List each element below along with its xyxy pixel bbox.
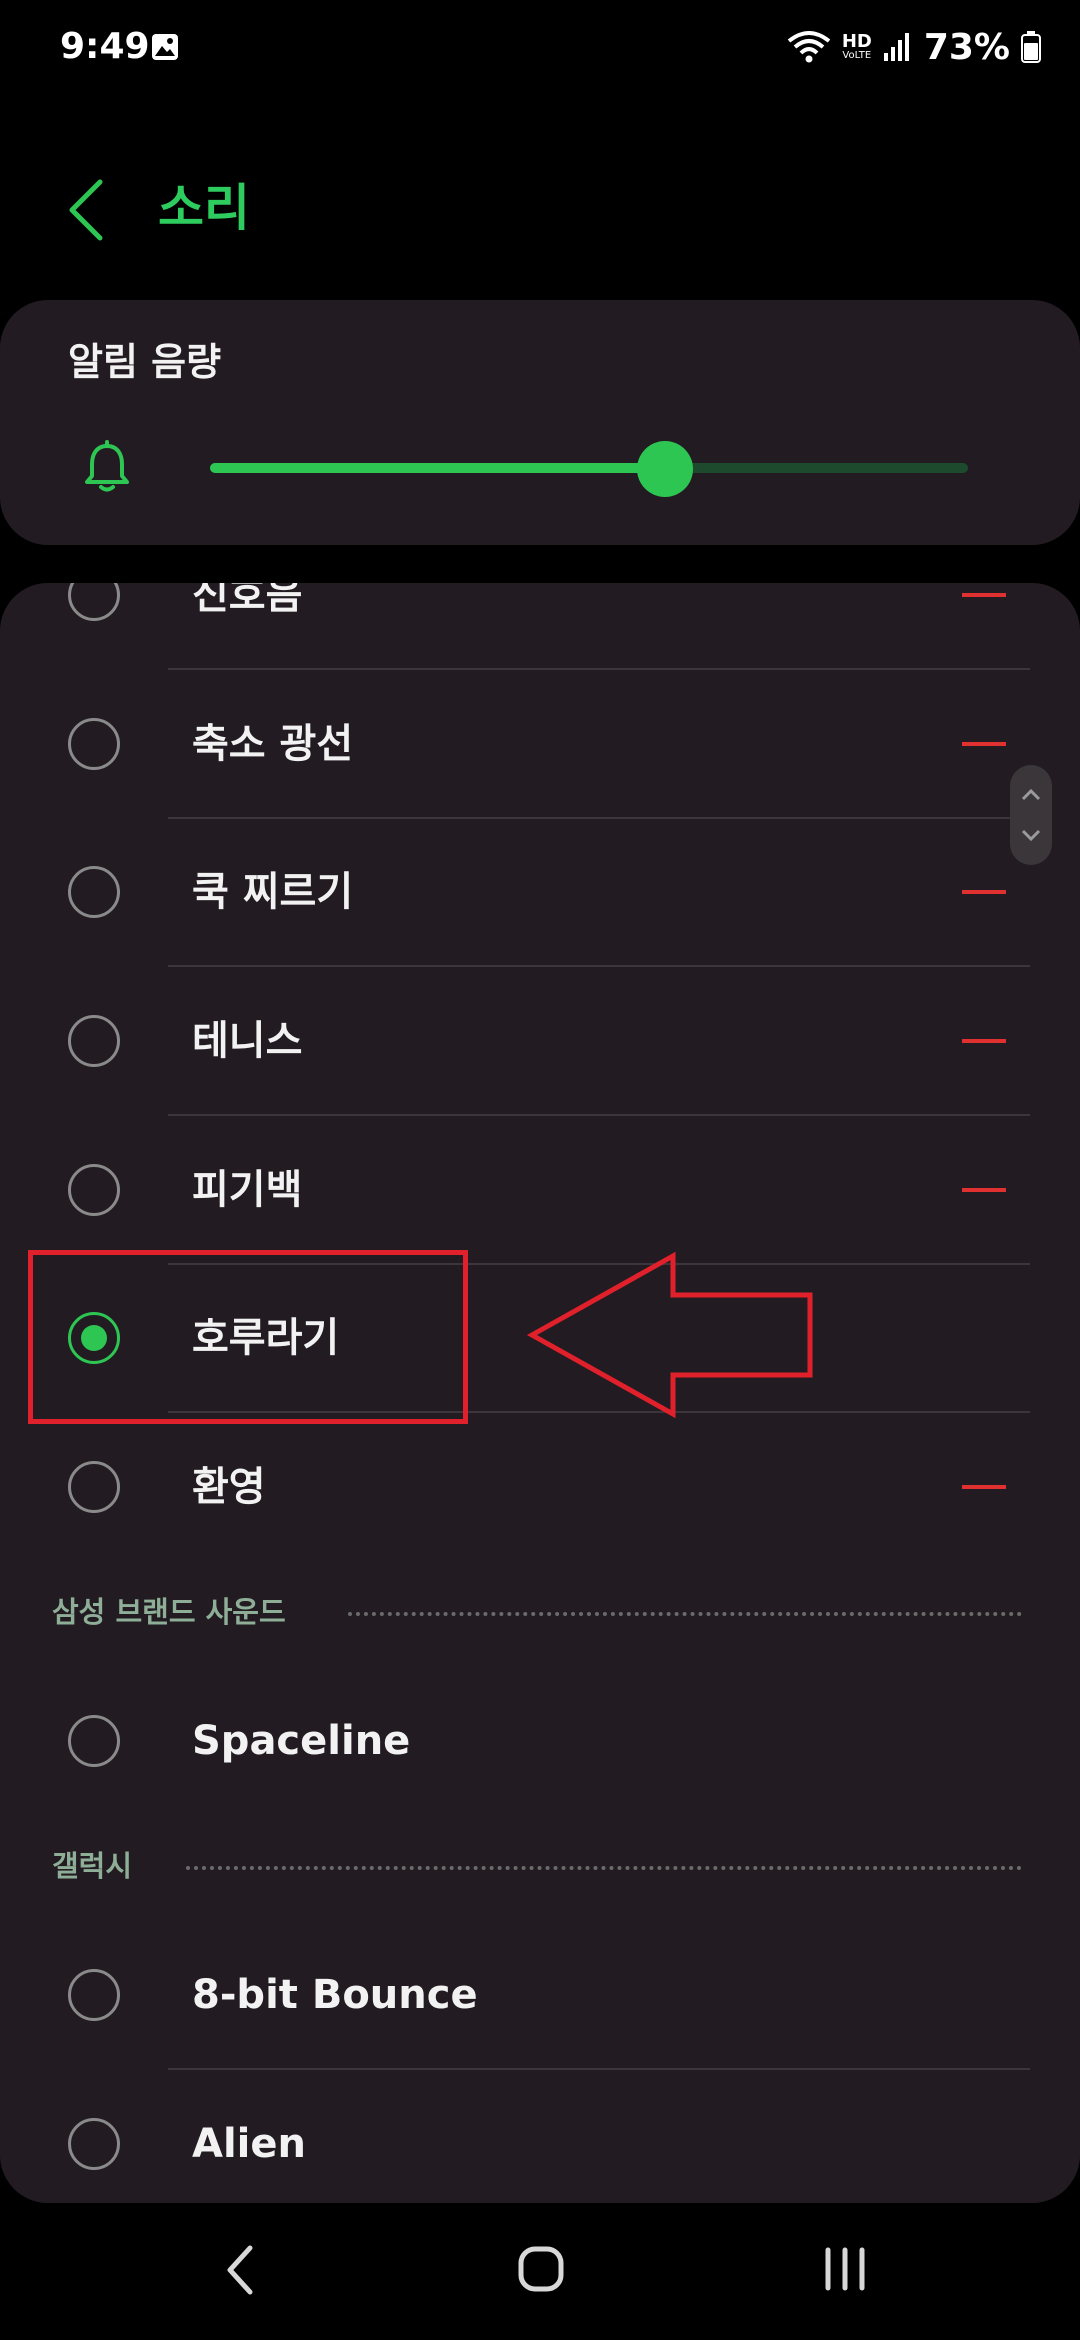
radio-button[interactable] <box>68 2118 120 2170</box>
chevron-left-icon <box>69 179 103 241</box>
list-item-label: Spaceline <box>192 1718 411 1764</box>
chevron-up-icon <box>1021 788 1041 801</box>
list-item-label: 신호음 <box>192 583 303 618</box>
list-item-label: 환영 <box>192 1464 266 1510</box>
delete-dash-icon[interactable] <box>962 1188 1006 1192</box>
back-button[interactable] <box>58 170 118 250</box>
list-item[interactable]: 피기백 <box>0 1115 1080 1265</box>
page-title: 소리 <box>158 179 250 237</box>
section-divider <box>186 1866 1022 1870</box>
list-item[interactable]: Spaceline <box>0 1666 1080 1816</box>
section-header: 삼성 브랜드 사운드 <box>52 1595 286 1629</box>
chevron-down-icon <box>1021 829 1041 842</box>
radio-button[interactable] <box>68 1461 120 1513</box>
delete-dash-icon[interactable] <box>962 593 1006 597</box>
radio-button[interactable] <box>68 718 120 770</box>
volume-slider-thumb[interactable] <box>636 441 693 497</box>
battery-percent: 73% <box>923 26 1010 68</box>
list-item[interactable]: 8-bit Bounce <box>0 1920 1080 2070</box>
list-item-label: 쿡 찌르기 <box>192 869 354 915</box>
delete-dash-icon[interactable] <box>962 742 1006 746</box>
list-item[interactable]: 테니스 <box>0 966 1080 1116</box>
delete-dash-icon[interactable] <box>962 1039 1006 1043</box>
annotation-arrow-icon <box>526 1251 813 1419</box>
bell-icon[interactable] <box>82 440 132 494</box>
list-item[interactable]: 축소 광선 <box>0 669 1080 819</box>
list-item[interactable]: 환영 <box>0 1412 1080 1562</box>
list-item[interactable]: 신호음 <box>0 583 1080 670</box>
radio-button[interactable] <box>68 1715 120 1767</box>
list-item-label: 8-bit Bounce <box>192 1972 478 2018</box>
nav-home-icon[interactable] <box>518 2246 564 2292</box>
section-divider <box>348 1612 1022 1616</box>
volume-slider-fill <box>210 463 665 473</box>
radio-button[interactable] <box>68 583 120 621</box>
radio-button[interactable] <box>68 1015 120 1067</box>
delete-dash-icon[interactable] <box>962 1485 1006 1489</box>
signal-icon <box>883 33 909 61</box>
delete-dash-icon[interactable] <box>962 890 1006 894</box>
annotation-highlight-box <box>28 1250 468 1424</box>
voice-label: VoLTE <box>842 50 872 61</box>
status-icons: HD VoLTE 73% <box>786 22 1042 72</box>
radio-button[interactable] <box>68 1969 120 2021</box>
radio-button[interactable] <box>68 1164 120 1216</box>
nav-recent-icon[interactable] <box>820 2246 870 2292</box>
wifi-icon <box>787 31 831 63</box>
status-time: 9:49 <box>60 26 150 67</box>
hd-label: HD <box>841 31 872 52</box>
list-item-label: Alien <box>192 2121 306 2167</box>
section-header: 갤럭시 <box>52 1849 133 1883</box>
list-item-label: 축소 광선 <box>192 721 354 767</box>
hd-voice-badge: HD VoLTE <box>842 33 872 61</box>
list-item-label: 테니스 <box>192 1018 303 1064</box>
battery-icon <box>1021 31 1041 63</box>
volume-title: 알림 음량 <box>68 340 222 384</box>
list-item-label: 피기백 <box>192 1167 303 1213</box>
gallery-icon <box>152 34 178 60</box>
nav-back-icon[interactable] <box>220 2240 260 2300</box>
radio-button[interactable] <box>68 866 120 918</box>
list-item[interactable]: 쿡 찌르기 <box>0 817 1080 967</box>
scroll-handle[interactable] <box>1010 765 1052 865</box>
list-item[interactable]: Alien <box>0 2069 1080 2203</box>
